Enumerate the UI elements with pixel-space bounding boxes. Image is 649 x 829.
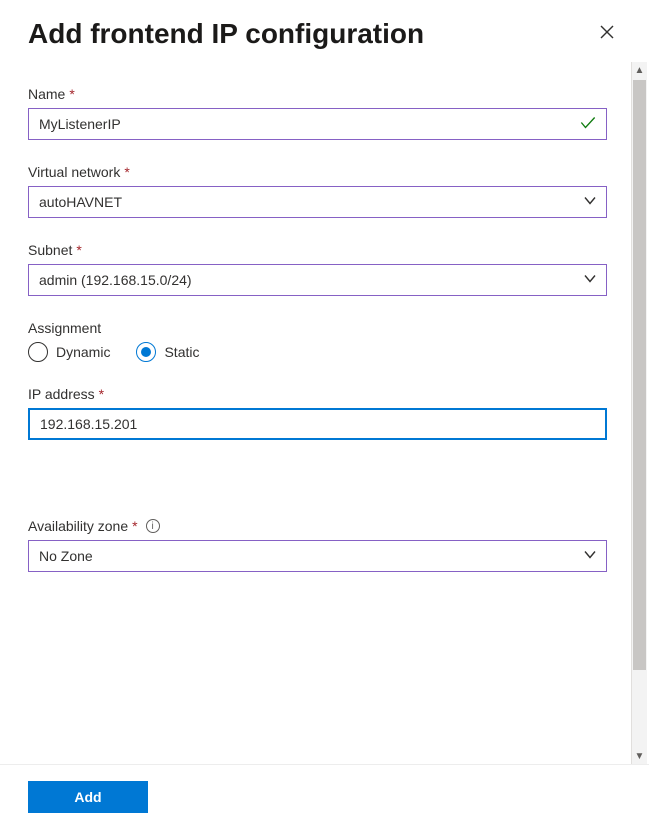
az-field: Availability zone * i No Zone <box>28 518 607 572</box>
assignment-radio-static[interactable]: Static <box>136 342 199 362</box>
required-asterisk: * <box>99 386 104 402</box>
panel-body: Name * MyListenerIP Virtual network * au… <box>0 62 649 764</box>
required-asterisk: * <box>132 518 137 534</box>
name-input[interactable]: MyListenerIP <box>28 108 607 140</box>
name-input-value: MyListenerIP <box>39 116 596 132</box>
subnet-label: Subnet * <box>28 242 607 258</box>
checkmark-icon <box>578 113 598 136</box>
ip-input[interactable]: 192.168.15.201 <box>28 408 607 440</box>
az-select-value: No Zone <box>39 548 596 564</box>
subnet-label-text: Subnet <box>28 242 72 258</box>
spacer <box>28 464 607 518</box>
assignment-label-text: Assignment <box>28 320 101 336</box>
radio-icon <box>28 342 48 362</box>
assignment-field: Assignment Dynamic Static <box>28 320 607 362</box>
vnet-label-text: Virtual network <box>28 164 120 180</box>
ip-label-text: IP address <box>28 386 95 402</box>
close-button[interactable] <box>593 20 621 48</box>
add-frontend-ip-panel: Add frontend IP configuration Name * MyL… <box>0 0 649 829</box>
subnet-select-value: admin (192.168.15.0/24) <box>39 272 596 288</box>
scrollbar-thumb[interactable] <box>633 80 646 670</box>
panel-footer: Add <box>0 764 649 829</box>
panel-header: Add frontend IP configuration <box>0 0 649 62</box>
scroll-up-icon[interactable]: ▲ <box>632 62 647 78</box>
panel-title: Add frontend IP configuration <box>28 18 424 50</box>
subnet-field: Subnet * admin (192.168.15.0/24) <box>28 242 607 296</box>
vnet-select-value: autoHAVNET <box>39 194 596 210</box>
radio-label-static: Static <box>164 344 199 360</box>
chevron-down-icon <box>582 271 598 290</box>
add-button[interactable]: Add <box>28 781 148 813</box>
ip-label: IP address * <box>28 386 607 402</box>
scrollbar[interactable]: ▲ ▼ <box>631 62 647 764</box>
close-icon <box>599 24 615 45</box>
az-label: Availability zone * i <box>28 518 607 534</box>
assignment-label: Assignment <box>28 320 607 336</box>
az-select[interactable]: No Zone <box>28 540 607 572</box>
name-field: Name * MyListenerIP <box>28 86 607 140</box>
chevron-down-icon <box>582 193 598 212</box>
required-asterisk: * <box>69 86 74 102</box>
name-label: Name * <box>28 86 607 102</box>
required-asterisk: * <box>124 164 129 180</box>
vnet-select[interactable]: autoHAVNET <box>28 186 607 218</box>
az-label-text: Availability zone <box>28 518 128 534</box>
vnet-label: Virtual network * <box>28 164 607 180</box>
required-asterisk: * <box>76 242 81 258</box>
vnet-field: Virtual network * autoHAVNET <box>28 164 607 218</box>
assignment-radio-dynamic[interactable]: Dynamic <box>28 342 110 362</box>
chevron-down-icon <box>582 547 598 566</box>
ip-input-value: 192.168.15.201 <box>40 416 595 432</box>
radio-label-dynamic: Dynamic <box>56 344 110 360</box>
ip-field: IP address * 192.168.15.201 <box>28 386 607 440</box>
assignment-radio-group: Dynamic Static <box>28 342 607 362</box>
radio-icon <box>136 342 156 362</box>
name-label-text: Name <box>28 86 65 102</box>
scroll-down-icon[interactable]: ▼ <box>632 748 647 764</box>
subnet-select[interactable]: admin (192.168.15.0/24) <box>28 264 607 296</box>
info-icon[interactable]: i <box>146 519 160 533</box>
